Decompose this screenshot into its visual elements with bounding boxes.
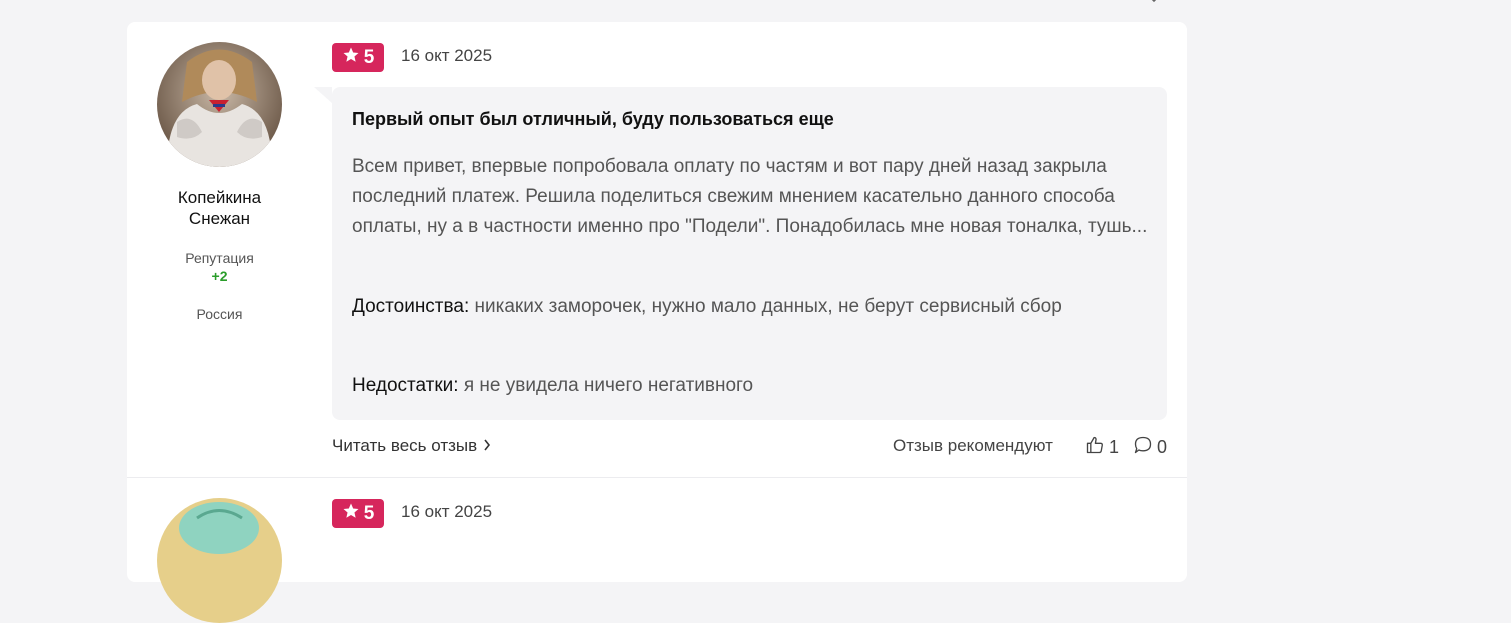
review-date: 16 окт 2025 [401, 46, 493, 65]
review-text: Всем привет, впервые попробовала оплату … [352, 156, 1148, 237]
comments-count: 0 [1157, 437, 1168, 457]
review-cons: Недостатки: я не увидела ничего негативн… [352, 371, 1152, 401]
read-full-review-link[interactable]: Читать весь отзыв [332, 436, 491, 456]
cons-label: Недостатки: [352, 375, 459, 396]
review-pros: Достоинства: никаких заморочек, нужно ма… [352, 292, 1152, 322]
comments-button[interactable]: 0 [1133, 435, 1167, 460]
rating-value: 5 [363, 503, 375, 524]
review-title[interactable]: Первый опыт был отличный, буду пользоват… [352, 109, 834, 130]
cons-text: я не увидела ничего негативного [463, 375, 754, 396]
review-item: 5 16 окт 2025 [127, 478, 1187, 623]
star-icon [342, 46, 360, 69]
reputation-label: Репутация [185, 250, 254, 266]
reputation-value: +2 [211, 268, 228, 284]
chevron-icon [1147, 0, 1161, 12]
rating-badge: 5 [332, 43, 384, 72]
author-avatar[interactable] [157, 498, 282, 623]
comment-icon [1133, 435, 1153, 460]
pros-label: Достоинства: [352, 296, 470, 317]
rating-badge: 5 [332, 499, 384, 528]
likes-count: 1 [1109, 437, 1120, 457]
star-icon [342, 502, 360, 525]
author-name[interactable]: Копейкина Снежан [147, 187, 292, 229]
like-button[interactable]: 1 [1085, 435, 1119, 460]
recommend-label: Отзыв рекомендуют [893, 436, 1053, 455]
read-more-label: Читать весь отзыв [332, 436, 478, 455]
review-item: Копейкина Снежан Репутация +2 Россия 5 1… [127, 22, 1187, 477]
review-date: 16 окт 2025 [401, 502, 493, 521]
reviews-card: Копейкина Снежан Репутация +2 Россия 5 1… [127, 22, 1187, 623]
review-bubble: Первый опыт был отличный, буду пользоват… [314, 87, 1167, 420]
author-country: Россия [196, 306, 243, 322]
author-avatar[interactable] [157, 42, 282, 167]
chevron-right-icon [483, 436, 491, 456]
pros-text: никаких заморочек, нужно мало данных, не… [474, 296, 1062, 317]
thumbs-up-icon [1085, 435, 1105, 460]
rating-value: 5 [363, 47, 375, 68]
